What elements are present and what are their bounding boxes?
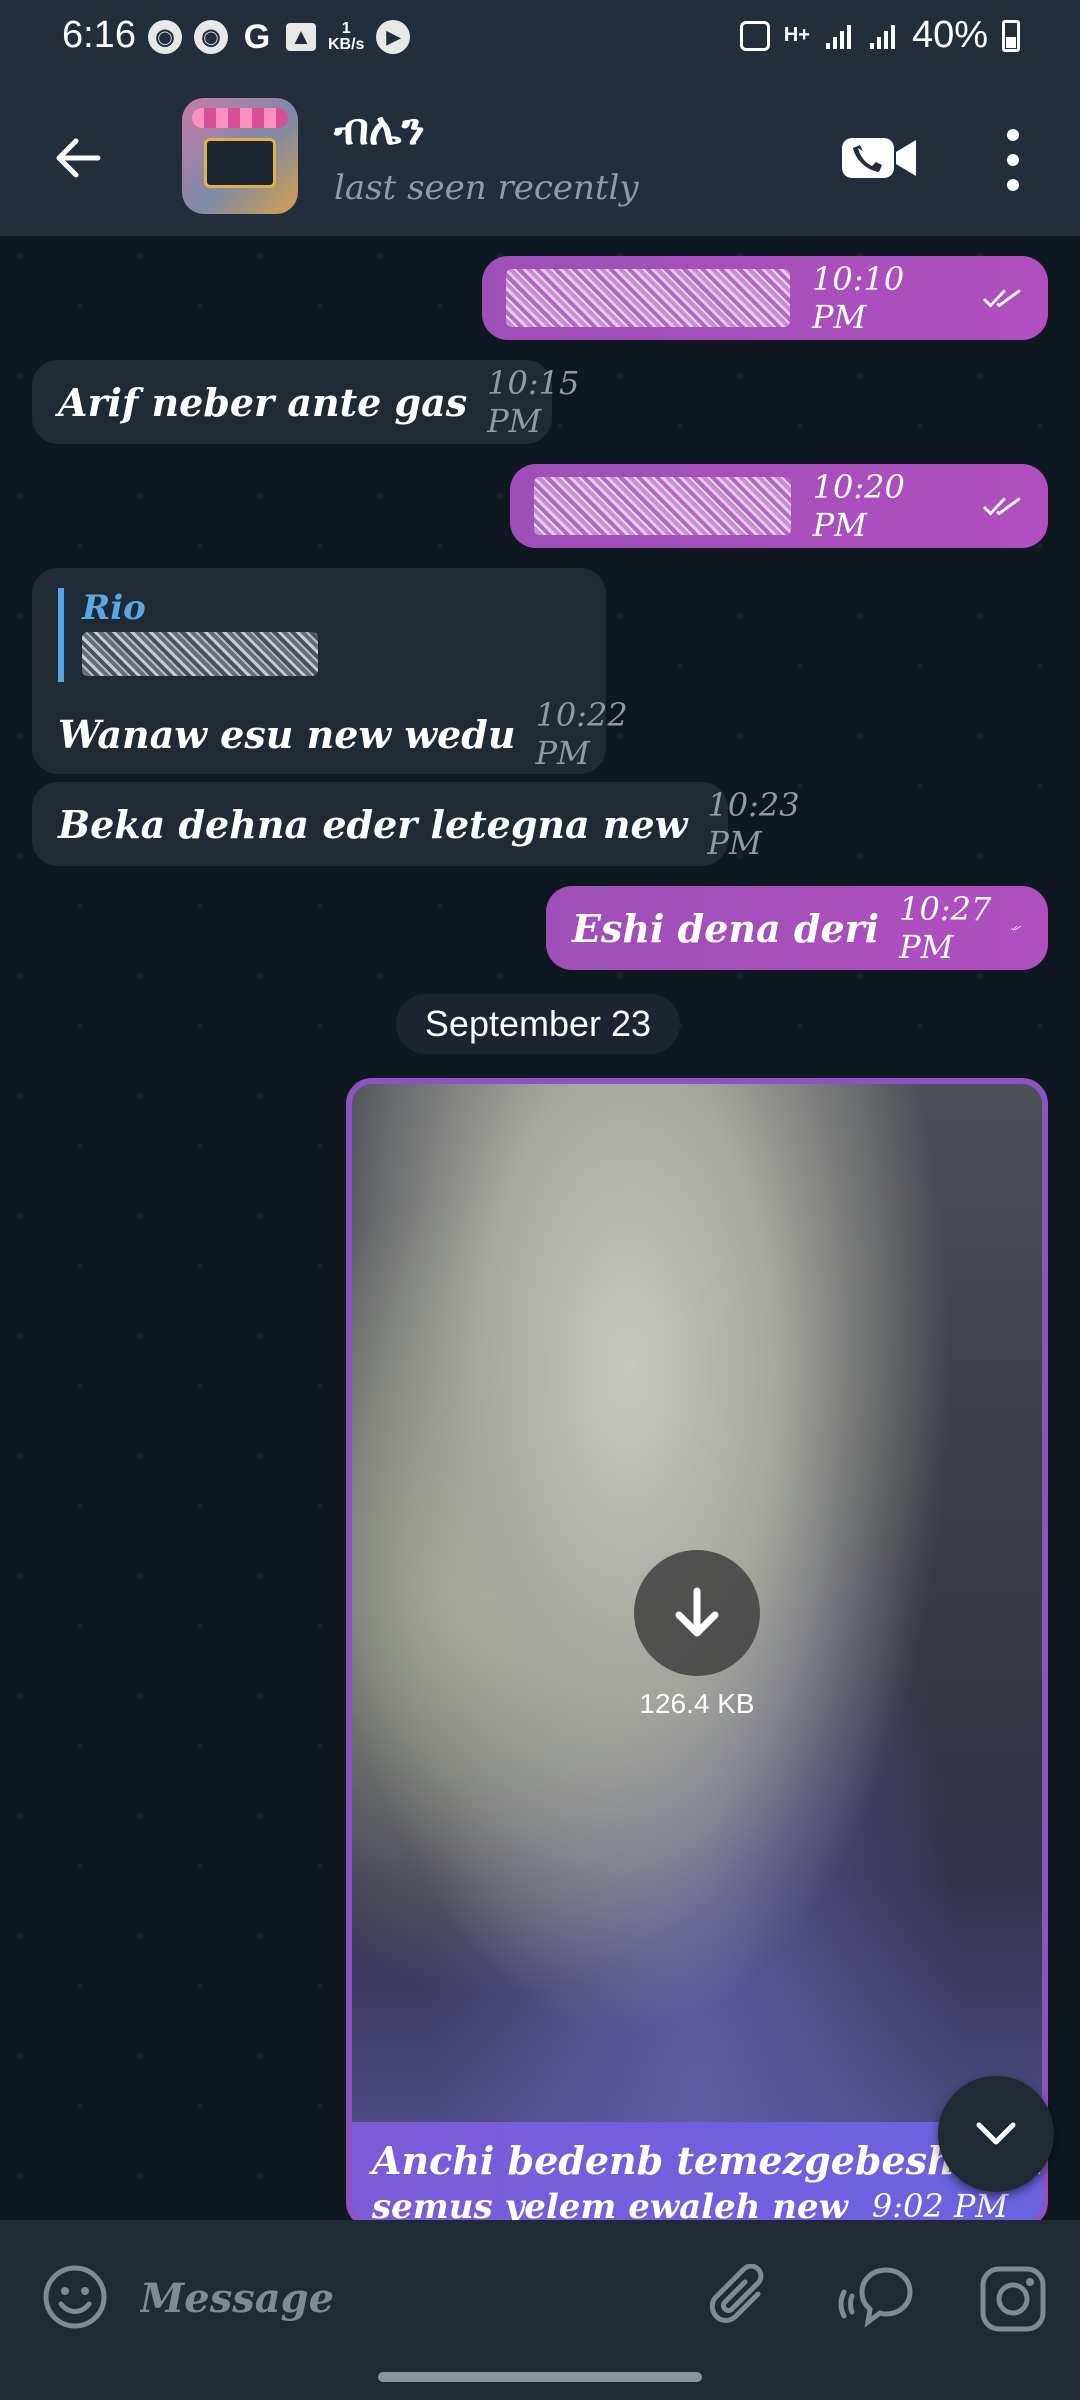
- arrow-down-icon: [675, 1587, 719, 1637]
- location-notification-icon: ◉: [148, 20, 182, 54]
- arrow-left-icon: [56, 138, 101, 178]
- message-time: 10:15 PM: [487, 364, 580, 440]
- avatar[interactable]: [182, 98, 298, 214]
- redacted-text: [506, 269, 791, 327]
- outgoing-message[interactable]: 10:10 PM: [482, 256, 1048, 340]
- chat-header: ብሌን last seen recently: [0, 80, 1080, 236]
- double-check-icon: [983, 497, 1022, 516]
- file-size: 126.4 KB: [639, 1688, 755, 1719]
- contact-name[interactable]: ብሌን: [334, 104, 425, 155]
- status-time: 6:16: [62, 14, 136, 56]
- home-indicator[interactable]: [378, 2372, 702, 2382]
- image-message[interactable]: 126.4 KB Anchi bedenb temezgebeshal enda…: [346, 1078, 1048, 2220]
- incoming-message[interactable]: Arif neber ante gas 10:15 PM: [32, 360, 579, 444]
- message-time: 10:10 PM: [812, 260, 905, 336]
- network-speed: 1 KB/s: [328, 20, 365, 53]
- outgoing-message[interactable]: Eshi dena deri 10:27 PM: [546, 886, 1048, 970]
- message-text: Wanaw esu new wedu: [58, 711, 516, 757]
- message-text: Beka dehna eder letegna new: [58, 801, 688, 847]
- message-time: 10:23 PM: [707, 786, 800, 862]
- status-bar: 6:16 ◉ ◉ G ▲ 1 KB/s ▶ H+ 40%: [0, 0, 1080, 80]
- incoming-reply-message[interactable]: Rio Wanaw esu new wedu 10:22 PM: [32, 568, 628, 774]
- incoming-message[interactable]: Beka dehna eder letegna new 10:23 PM: [32, 782, 800, 866]
- reply-author: Rio: [82, 588, 146, 628]
- message-text: Eshi dena deri: [572, 905, 880, 951]
- download-button[interactable]: [634, 1550, 760, 1676]
- message-time: 9:02 PM: [871, 2187, 1009, 2220]
- contact-status: last seen recently: [334, 168, 639, 208]
- message-time: 10:27 PM: [899, 890, 992, 966]
- battery-percent: 40%: [911, 14, 988, 56]
- outgoing-message[interactable]: 10:20 PM: [510, 464, 1048, 548]
- youtube-icon: ▶: [376, 20, 411, 54]
- instagram-icon[interactable]: [978, 2264, 1048, 2334]
- google-icon: G: [243, 17, 271, 56]
- message-text: Arif neber ante gas: [58, 379, 468, 425]
- back-button[interactable]: [40, 120, 116, 196]
- network-type: H+: [783, 24, 810, 46]
- double-check-icon: [983, 289, 1022, 308]
- voice-message-icon[interactable]: [836, 2262, 916, 2336]
- emoji-icon[interactable]: [42, 2264, 108, 2330]
- video-call-button[interactable]: [840, 126, 920, 190]
- message-time: 10:22 PM: [535, 696, 628, 772]
- more-options-button[interactable]: [990, 122, 1036, 198]
- message-input[interactable]: [140, 2260, 680, 2336]
- data-saver-icon: [739, 20, 770, 51]
- location-notification-icon: ◉: [194, 20, 228, 54]
- paperclip-icon[interactable]: [710, 2264, 776, 2334]
- signal-icon: [869, 24, 895, 49]
- reply-quote[interactable]: Rio: [58, 588, 580, 682]
- gallery-icon: ▲: [286, 23, 316, 51]
- notification-icons: ◉ ◉ G ▲ 1 KB/s ▶: [148, 17, 411, 56]
- scroll-to-bottom-button[interactable]: [938, 2076, 1054, 2192]
- signal-icon: [825, 24, 851, 49]
- battery-icon: [1002, 19, 1020, 52]
- chevron-down-icon: [976, 2122, 1016, 2145]
- message-list[interactable]: 10:10 PM Arif neber ante gas 10:15 PM 10…: [0, 236, 1080, 2220]
- redacted-text: [534, 477, 791, 535]
- redacted-reply-text: [82, 632, 318, 676]
- date-separator: September 23: [396, 994, 680, 1054]
- system-icons: H+ 40%: [739, 14, 1020, 57]
- message-time: 10:20 PM: [812, 468, 905, 544]
- double-check-icon: [1011, 925, 1022, 931]
